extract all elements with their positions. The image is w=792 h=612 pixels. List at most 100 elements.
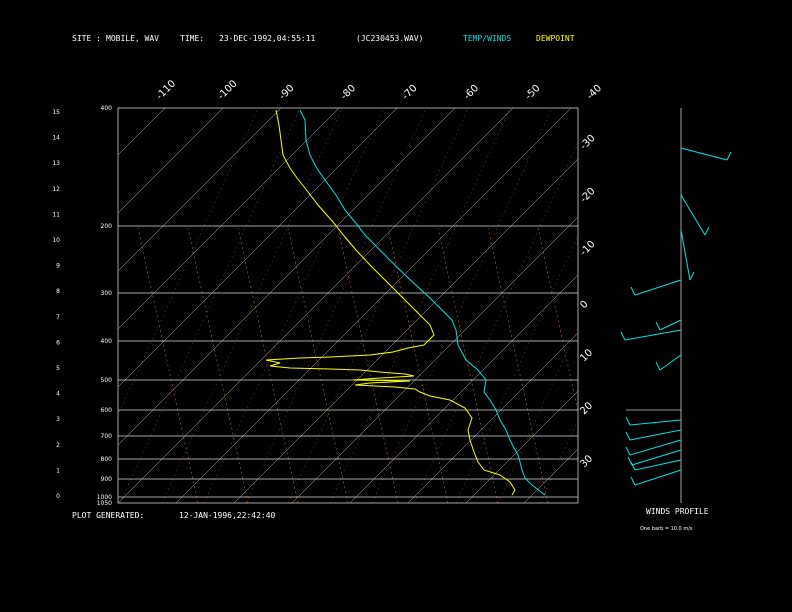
- isotherm-line: [291, 216, 578, 503]
- right-temp-label: -10: [578, 239, 597, 258]
- wind-barb-flag: [655, 361, 661, 371]
- wind-barb-flag: [625, 446, 631, 456]
- isotherm-line: [233, 158, 578, 503]
- top-temp-label: -70: [400, 83, 419, 102]
- right-temp-label: -20: [578, 186, 597, 205]
- wind-barb-flag: [625, 431, 631, 441]
- pressure-tick-label: 1050: [97, 500, 112, 507]
- right-temp-label: 0: [578, 299, 590, 311]
- height-tick-label: 6: [56, 339, 60, 346]
- height-tick-label: 7: [56, 314, 60, 321]
- isotherm-line: [118, 108, 224, 214]
- isotherm-line: [118, 108, 282, 272]
- plot-generated-value: 12-JAN-1996,22:42:40: [179, 511, 276, 520]
- top-temp-label: -100: [216, 78, 240, 102]
- wind-barb: [624, 329, 682, 341]
- height-tick-label: 3: [56, 416, 60, 423]
- pressure-tick-label: 400: [101, 338, 113, 345]
- isotherm-line: [118, 108, 398, 388]
- winds-profile-label: WINDS PROFILE: [646, 507, 709, 516]
- height-tick-label: 11: [52, 211, 60, 218]
- moist-adiabat-line: [237, 227, 299, 503]
- file-value: (JC230453.WAV): [356, 34, 423, 43]
- wind-barb: [659, 354, 682, 371]
- isotherm-line: [118, 108, 340, 330]
- top-temp-label: -60: [462, 83, 481, 102]
- wind-barb: [680, 194, 706, 236]
- isotherm-line: [698, 108, 792, 503]
- moist-adiabat-line: [287, 227, 349, 503]
- height-tick-label: 5: [56, 365, 60, 372]
- site-label: SITE :: [72, 34, 101, 43]
- top-temp-label: -90: [277, 83, 296, 102]
- height-tick-label: 4: [56, 391, 60, 398]
- isotherm-line: [118, 108, 514, 503]
- wind-barb-flag: [630, 286, 636, 296]
- height-tick-label: 15: [52, 109, 60, 116]
- wind-barbs: [620, 147, 732, 486]
- wind-barb: [680, 147, 728, 161]
- pressure-tick-label: 900: [101, 476, 113, 483]
- wind-barb: [634, 469, 682, 486]
- moist-adiabat-line: [137, 227, 199, 503]
- right-temp-label: 10: [578, 347, 595, 364]
- barb-note: One barb = 10.0 m/s: [640, 526, 693, 532]
- wind-barb-flag: [620, 331, 626, 341]
- temp-winds-label: TEMP/WINDS: [463, 34, 511, 43]
- skewt-chart: SITE : MOBILE, WAV TIME: 23-DEC-1992,04:…: [0, 34, 792, 532]
- height-tick-label: 12: [52, 186, 60, 193]
- dry-adiabat-line: [582, 108, 762, 503]
- moist-adiabat-line: [337, 227, 399, 503]
- moist-adiabat-line: [487, 227, 549, 503]
- wind-barb-flag: [704, 226, 710, 236]
- pressure-tick-label: 600: [101, 407, 113, 414]
- wind-barb: [634, 279, 682, 296]
- height-tick-label: 1: [56, 467, 60, 474]
- wind-barb: [659, 319, 682, 331]
- isotherm-line: [118, 108, 166, 156]
- wind-barb: [680, 229, 691, 281]
- top-temp-label: -50: [523, 83, 542, 102]
- isotherm-line: [407, 332, 578, 503]
- dry-adiabat-line: [539, 418, 578, 503]
- right-temp-label: 30: [578, 453, 595, 470]
- isotherm-line: [756, 108, 792, 503]
- isotherm-line: [349, 274, 578, 503]
- moist-adiabat-line: [187, 227, 249, 503]
- isotherm-line: [0, 108, 107, 503]
- dewpoint-label: DEWPOINT: [536, 34, 575, 43]
- isotherm-line: [465, 390, 578, 503]
- wind-barb-flag: [689, 271, 695, 281]
- height-tick-label: 8: [56, 288, 60, 295]
- height-tick-label: 0: [56, 493, 60, 500]
- plot-frame: [117, 107, 579, 504]
- height-tick-label: 2: [56, 442, 60, 449]
- height-tick-label: 13: [52, 160, 60, 167]
- pressure-tick-label: 700: [101, 433, 113, 440]
- wind-barb-flag: [625, 416, 631, 426]
- isotherm-line: [118, 108, 456, 446]
- height-tick-label: 9: [56, 263, 60, 270]
- wind-barb: [629, 419, 682, 426]
- moist-adiabat-line: [588, 228, 648, 503]
- wind-barb-flag: [630, 461, 636, 471]
- top-temp-label: -110: [154, 78, 178, 102]
- moist-adiabat-line: [387, 227, 449, 503]
- top-temp-label: -40: [585, 83, 604, 102]
- pressure-tick-label: 800: [101, 456, 113, 463]
- isotherm-line: [523, 448, 578, 503]
- right-temp-label: -30: [578, 133, 597, 152]
- pressure-lines: [118, 225, 578, 498]
- isotherm-line: [0, 108, 49, 503]
- isotherm-line: [582, 108, 792, 503]
- series-line: [299, 109, 546, 496]
- right-temp-label: 20: [578, 400, 595, 417]
- time-value: 23-DEC-1992,04:55:11: [219, 34, 316, 43]
- height-tick-label: 14: [52, 135, 60, 142]
- background-lines: [0, 108, 792, 503]
- top-temp-label: -80: [339, 83, 358, 102]
- time-label: TIME:: [180, 34, 204, 43]
- pressure-tick-label: 200: [101, 223, 113, 230]
- site-value: MOBILE, WAV: [106, 34, 159, 43]
- wind-barb-flag: [630, 476, 636, 486]
